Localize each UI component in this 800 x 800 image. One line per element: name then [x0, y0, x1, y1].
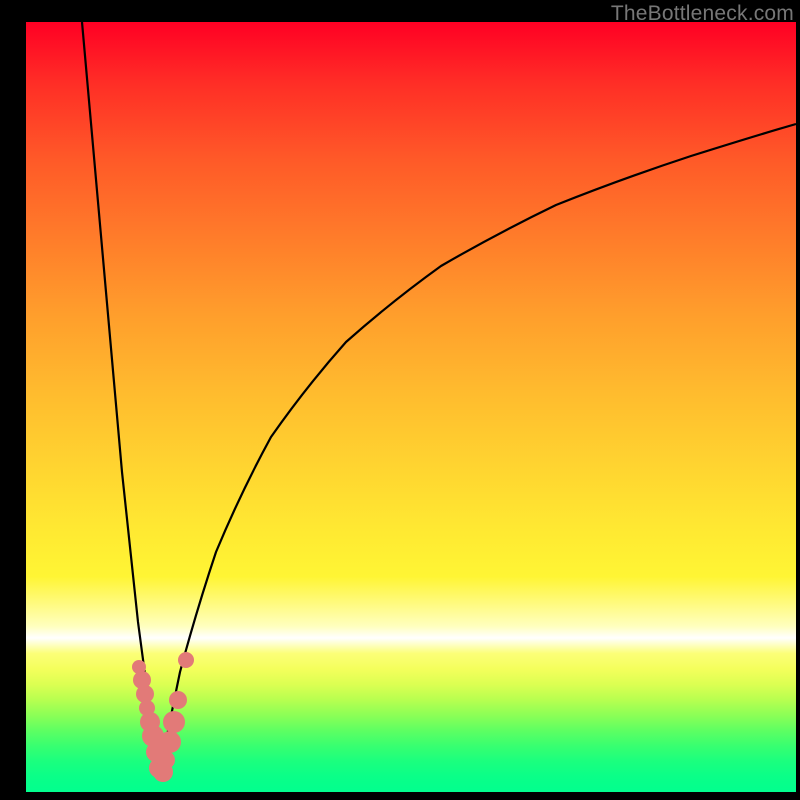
bottleneck-curve-left: [82, 22, 160, 774]
chart-frame: [26, 22, 796, 792]
data-markers: [132, 652, 194, 782]
watermark-text: TheBottleneck.com: [611, 2, 794, 26]
chart-plot: [26, 22, 796, 792]
bottleneck-curve-right: [160, 124, 797, 774]
